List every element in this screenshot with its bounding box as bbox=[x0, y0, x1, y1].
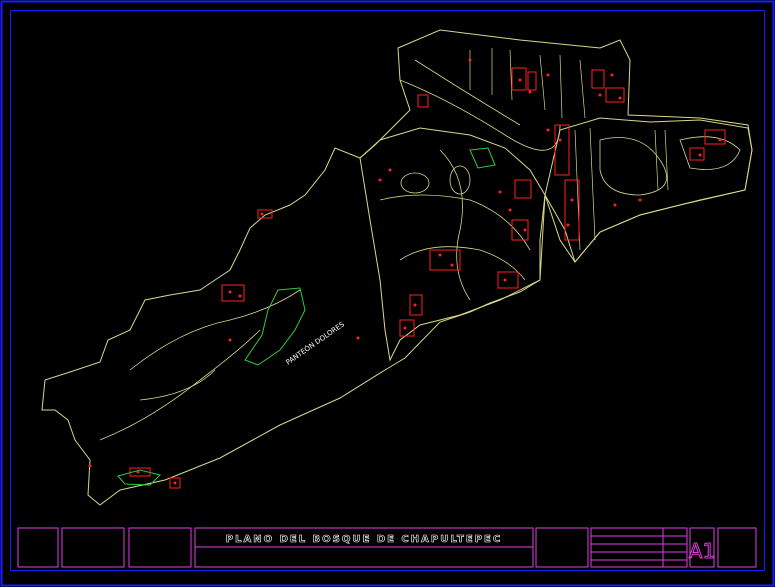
road-west-1 bbox=[129, 289, 301, 371]
title-block-cell-4 bbox=[535, 527, 589, 568]
building-dots bbox=[88, 58, 722, 485]
title-block-info-cell bbox=[590, 527, 688, 568]
title-block-cell-3 bbox=[128, 527, 192, 568]
road-west-2 bbox=[99, 329, 261, 441]
road-4 bbox=[379, 194, 531, 251]
section-one-boundary bbox=[359, 127, 546, 362]
map-plan[interactable]: PANTEÓN DOLORES bbox=[41, 29, 753, 506]
sheet-size-label: A1 bbox=[689, 539, 715, 563]
road-3 bbox=[439, 149, 471, 301]
road-1 bbox=[399, 79, 561, 151]
title-block-cell-2 bbox=[61, 527, 125, 568]
cad-drawing-canvas[interactable]: PANTEÓN DOLORES PLANO DEL BOSQUE DE CHAP… bbox=[0, 0, 775, 587]
outer-border bbox=[0, 0, 775, 587]
inner-border bbox=[10, 10, 765, 571]
street-lines-third bbox=[574, 127, 669, 251]
lake-2 bbox=[449, 165, 471, 195]
title-block-cell-last bbox=[717, 527, 757, 568]
green-area-3 bbox=[469, 147, 496, 169]
drawing-title: PLANO DEL BOSQUE DE CHAPULTEPEC bbox=[226, 534, 502, 545]
road-5 bbox=[399, 246, 526, 281]
panteon-label: PANTEÓN DOLORES bbox=[284, 319, 346, 366]
road-2 bbox=[414, 59, 521, 126]
forest-boundary bbox=[41, 29, 753, 506]
lake-1 bbox=[400, 172, 430, 194]
road-west-3 bbox=[139, 369, 216, 401]
building-clusters bbox=[129, 67, 726, 489]
loop-road-4 bbox=[679, 136, 741, 170]
title-block-cell-1 bbox=[17, 527, 59, 568]
